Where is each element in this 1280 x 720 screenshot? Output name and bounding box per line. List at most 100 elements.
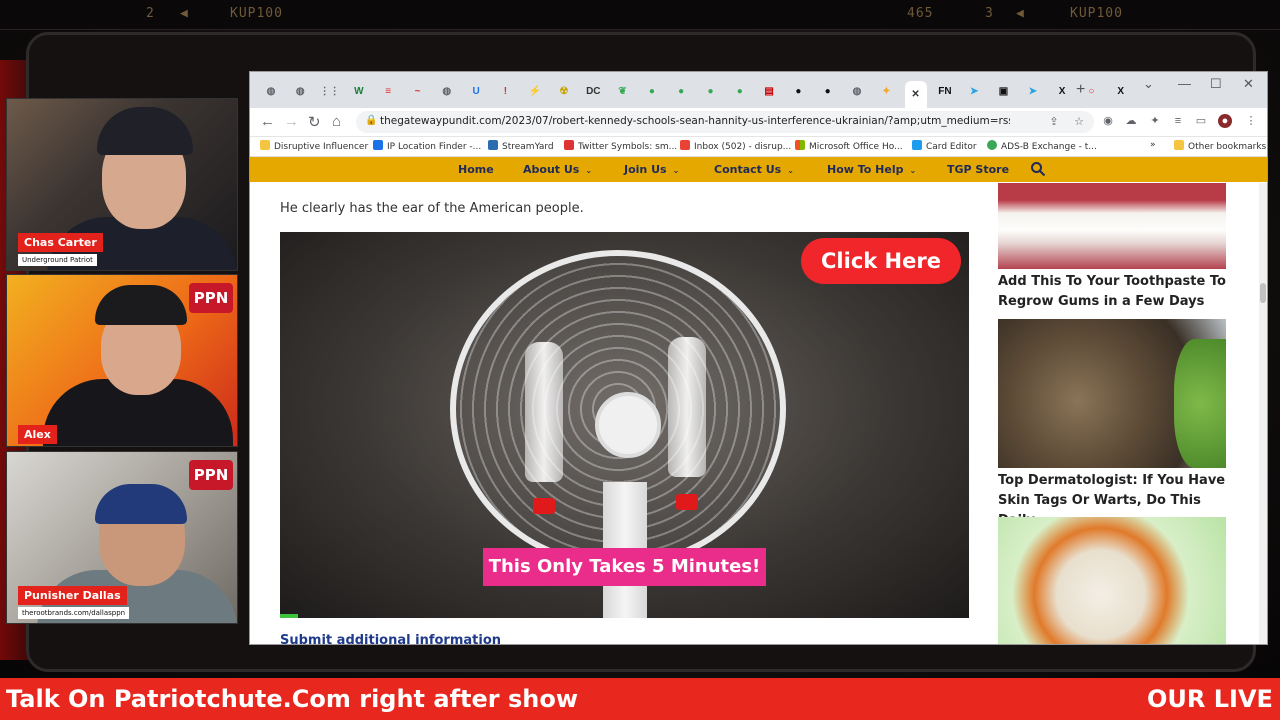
browser-tab[interactable]: ! [494, 81, 516, 101]
browser-tab[interactable]: ● [700, 81, 722, 101]
bookmark-item[interactable]: IP Location Finder -... [373, 140, 481, 152]
leaf-icon: ❦ [618, 85, 627, 97]
u-icon: U [472, 85, 480, 97]
tab-search-icon[interactable]: ⌄ [1143, 76, 1154, 92]
page-scrollbar[interactable] [1259, 183, 1267, 644]
bookmark-item[interactable]: Microsoft Office Ho... [795, 140, 903, 152]
browser-tab[interactable]: ➤ [963, 81, 985, 101]
scrollbar-thumb[interactable] [1260, 283, 1266, 303]
maximize-icon[interactable]: ☐ [1210, 76, 1222, 92]
minimize-icon[interactable]: — [1178, 76, 1191, 91]
browser-tab[interactable]: ✕ [904, 81, 927, 108]
person-cap [97, 107, 193, 155]
browser-tab[interactable]: ~ [407, 81, 429, 101]
grid-icon: ⋮⋮ [319, 85, 340, 97]
share-icon[interactable]: ⇪ [1047, 115, 1061, 129]
bookmark-label: IP Location Finder -... [387, 142, 482, 152]
browser-tab[interactable]: ⋮⋮ [319, 81, 341, 101]
globe-icon: ◍ [295, 85, 305, 97]
browser-tab[interactable]: W [348, 81, 370, 101]
webcam-alex: PPN Alex [6, 274, 238, 447]
cloud-icon[interactable]: ☁ [1124, 114, 1138, 128]
sidepanel-icon[interactable]: ▭ [1194, 114, 1208, 128]
browser-tab[interactable]: ➤ [1022, 81, 1044, 101]
browser-tab[interactable]: ● [641, 81, 663, 101]
bookmark-label: Card Editor [926, 142, 977, 152]
nav-how-to-help[interactable]: How To Help ⌄ [827, 163, 916, 176]
dc-icon: DC [586, 85, 601, 97]
page-content: He clearly has the ear of the American p… [250, 183, 1267, 644]
menu-kebab-icon[interactable]: ⋮ [1244, 114, 1258, 128]
globe-icon: ◍ [852, 85, 862, 97]
profile-avatar-icon[interactable]: ● [1218, 114, 1232, 128]
ppn-logo: PPN [189, 460, 233, 490]
teeth-ad-image[interactable] [998, 183, 1226, 269]
bookmark-item[interactable]: StreamYard [488, 140, 554, 152]
counter-right-1: 465 [907, 6, 934, 21]
search-icon[interactable] [1030, 161, 1046, 177]
extension-icon[interactable]: ◉ [1101, 114, 1115, 128]
url-text[interactable]: thegatewaypundit.com/2023/07/robert-kenn… [380, 115, 1010, 127]
browser-tab[interactable]: DC [582, 81, 604, 101]
browser-tab[interactable]: ▣ [993, 81, 1015, 101]
window-close-icon[interactable]: ✕ [1243, 76, 1254, 92]
browser-tab[interactable]: ▤ [758, 81, 780, 101]
browser-tab[interactable]: ❦ [612, 81, 634, 101]
browser-tab[interactable]: ◍ [436, 81, 458, 101]
cam-subtitle-label: therootbrands.com/dallasppn [18, 607, 130, 619]
browser-tab[interactable]: ● [670, 81, 692, 101]
bolt-icon: ⚡ [528, 85, 541, 97]
browser-tab[interactable]: FN [934, 81, 956, 101]
browser-tab[interactable]: U [465, 81, 487, 101]
browser-tab[interactable]: ◍ [289, 81, 311, 101]
stripe-icon: ≡ [385, 85, 392, 97]
bookmark-item[interactable]: Inbox (502) - disrup... [680, 140, 791, 152]
browser-tab[interactable]: ◍ [846, 81, 868, 101]
address-bar[interactable]: 🔒 thegatewaypundit.com/2023/07/robert-ke… [356, 111, 1094, 133]
other-bookmarks[interactable]: Other bookmarks [1174, 140, 1266, 152]
bookmark-item[interactable]: Card Editor [912, 140, 977, 152]
media-icon[interactable]: ≡ [1171, 114, 1185, 128]
browser-tab[interactable]: ● [729, 81, 751, 101]
browser-tab[interactable]: ◍ [260, 81, 282, 101]
bookmark-item[interactable]: Twitter Symbols: sm... [564, 140, 677, 152]
puzzle-icon[interactable]: ✦ [1148, 114, 1162, 128]
arrow-left-icon: ◀ [1016, 6, 1025, 21]
skin-ad-image[interactable] [998, 319, 1226, 468]
lock-icon[interactable]: 🔒 [365, 115, 377, 126]
person-cap [95, 285, 187, 325]
bookmark-item[interactable]: Disruptive Influencer [260, 140, 368, 152]
alert-icon: ! [503, 85, 508, 97]
back-icon[interactable]: ← [260, 113, 275, 130]
counter-right-2: 3 [985, 6, 994, 21]
browser-tab[interactable]: X [1051, 81, 1073, 101]
browser-tab[interactable]: ○ [1080, 81, 1102, 101]
browser-tab[interactable]: ☢ [553, 81, 575, 101]
click-here-button[interactable]: Click Here [801, 238, 961, 284]
nav-about-us[interactable]: About Us ⌄ [523, 163, 592, 176]
bead-ad-image[interactable] [998, 517, 1226, 644]
bookmark-item[interactable]: ADS-B Exchange - t... [987, 140, 1097, 152]
ad-video[interactable]: Click Here This Only Takes 5 Minutes! [280, 232, 969, 618]
browser-tab[interactable]: X [1110, 81, 1132, 101]
chart-icon: ▤ [764, 85, 774, 97]
forward-icon[interactable]: → [284, 113, 299, 130]
ad-title[interactable]: Add This To Your Toothpaste To Regrow Gu… [998, 272, 1226, 312]
browser-tab[interactable]: ⚡ [524, 81, 546, 101]
nav-home[interactable]: Home [458, 163, 494, 176]
home-icon[interactable]: ⌂ [332, 113, 341, 130]
bookmarks-more-icon[interactable]: » [1150, 140, 1156, 150]
reload-icon[interactable]: ↻ [308, 113, 321, 131]
bookmark-star-icon[interactable]: ☆ [1072, 115, 1086, 129]
submit-info-link[interactable]: Submit additional information [280, 633, 501, 644]
nav-tgp-store[interactable]: TGP Store [947, 163, 1009, 176]
nav-label: Home [458, 163, 494, 176]
nav-contact-us[interactable]: Contact Us ⌄ [714, 163, 794, 176]
browser-tab[interactable]: ≡ [377, 81, 399, 101]
streamyard-icon [488, 140, 498, 150]
nav-join-us[interactable]: Join Us ⌄ [624, 163, 679, 176]
site-nav: Home About Us ⌄ Join Us ⌄ Contact Us ⌄ How … [250, 157, 1267, 182]
browser-tab[interactable]: ● [787, 81, 809, 101]
browser-tab[interactable]: ✦ [875, 81, 897, 101]
browser-tab[interactable]: ● [817, 81, 839, 101]
